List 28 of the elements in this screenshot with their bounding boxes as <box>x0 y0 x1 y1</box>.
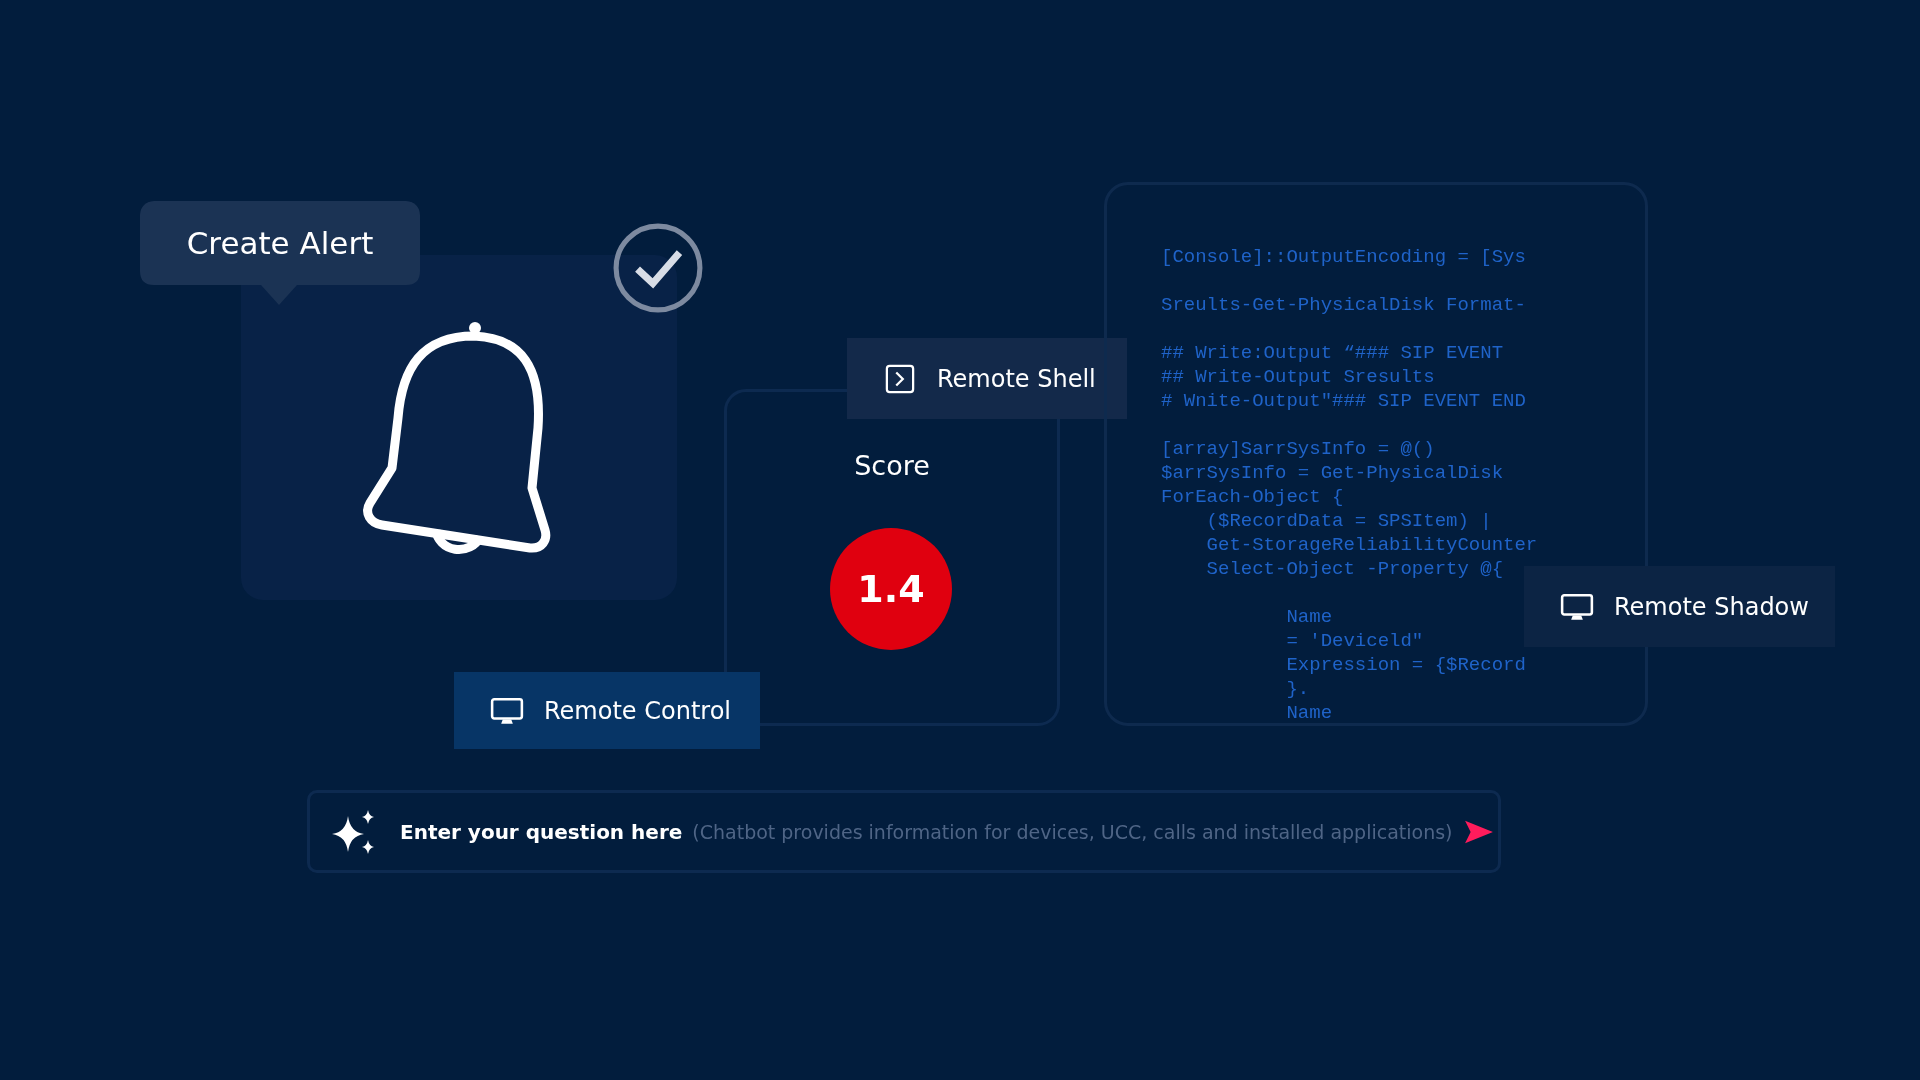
code-line: Expression = {$Record <box>1285 653 1526 677</box>
code-line: # Wnite-Output"### SIP EVENT END <box>1161 389 1526 413</box>
score-label: Score <box>853 450 931 481</box>
code-line: ForEach-Object { <box>1161 485 1344 509</box>
remote-control-button[interactable]: Remote Control <box>454 672 760 749</box>
remote-shadow-button[interactable]: Remote Shadow <box>1524 566 1835 647</box>
code-line: [array]SarrSysInfo = @() <box>1161 437 1435 461</box>
code-line: Select-Object -Property @{ <box>1205 557 1504 581</box>
terminal-icon <box>883 363 917 394</box>
code-line: ## Write:Output “### SIP EVENT <box>1161 341 1504 365</box>
prompt-text: Enter your question here <box>400 819 683 844</box>
remote-shell-button[interactable]: Remote Shell <box>847 338 1127 419</box>
chat-input-field[interactable]: Enter your question here (Chatbot provides information for devices, UCC, calls and installed applications) <box>307 790 1501 873</box>
monitor-icon <box>1560 591 1594 622</box>
code-line: Name <box>1285 701 1333 723</box>
monitor-icon <box>490 695 524 726</box>
code-line: [Console]::OutputEncoding = [Sys <box>1161 245 1526 269</box>
code-line: Name <box>1285 605 1333 629</box>
score-badge: 1.4 <box>830 528 952 650</box>
code-line: }. <box>1285 677 1310 701</box>
send-icon <box>1462 818 1495 845</box>
placeholder-text: (Chatbot provides information for devices, UCC, calls and installed applications) <box>692 820 1453 843</box>
code-line: $arrSysInfo = Get-PhysicalDisk <box>1161 461 1504 485</box>
code-line: = 'Deviceld" <box>1285 629 1424 653</box>
code-line: Sreults-Get-PhysicalDisk Format- <box>1161 293 1526 317</box>
code-line: Get-StorageReliabilityCounter <box>1205 533 1538 557</box>
code-line: ($RecordData = SPSItem) | <box>1205 509 1492 533</box>
code-line: ## Write-Output Sresults <box>1161 365 1435 389</box>
